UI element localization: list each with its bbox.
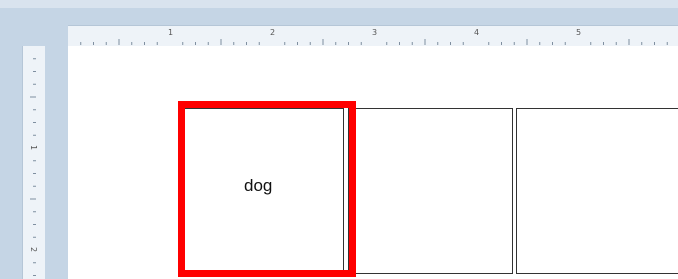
h-ruler-number: 3 (372, 28, 377, 37)
table-cell-3[interactable] (516, 108, 678, 274)
selection-highlight (178, 101, 356, 277)
v-ruler-number: 1 (29, 145, 38, 150)
h-ruler-number: 4 (474, 28, 479, 37)
h-ruler-number: 2 (270, 28, 275, 37)
table-cell-2[interactable] (348, 108, 513, 274)
document-editor: 1234512 dog (0, 0, 678, 279)
h-ruler-number: 5 (576, 28, 581, 37)
v-ruler-number: 2 (29, 247, 38, 252)
h-ruler-number: 1 (168, 28, 173, 37)
